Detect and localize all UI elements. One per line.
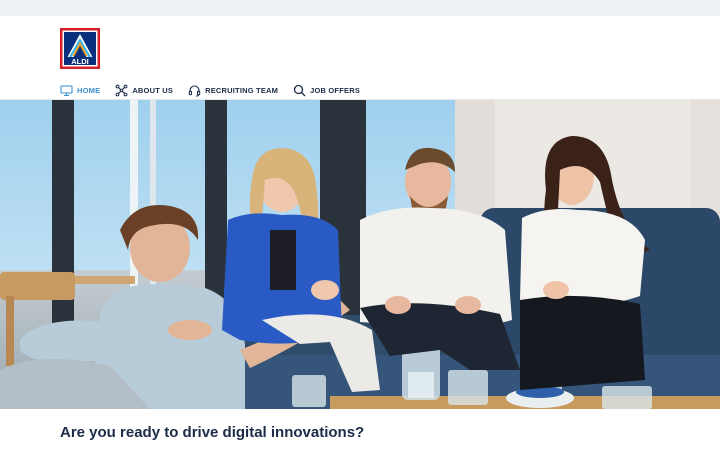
browser-top-strip (0, 0, 720, 16)
nav-about-us[interactable]: ABOUT US (115, 84, 173, 97)
aldi-logo[interactable]: ALDI (60, 28, 100, 69)
svg-text:ALDI: ALDI (71, 57, 89, 66)
nav-home[interactable]: HOME (60, 84, 100, 97)
nav-job-offers-label: JOB OFFERS (310, 85, 361, 95)
nav-recruiting-team-label: RECRUITING TEAM (205, 85, 279, 95)
network-icon (115, 84, 128, 97)
main-nav: HOME ABOUT US RECRUITING TEAM JOB OFFERS (60, 82, 375, 98)
hero-team-photo (0, 100, 720, 409)
headset-icon (188, 84, 201, 97)
nav-recruiting-team[interactable]: RECRUITING TEAM (188, 84, 278, 97)
monitor-icon (60, 84, 73, 97)
site-header: ALDI HOME ABOUT US RECRUITING TEAM JOB O… (0, 16, 720, 100)
nav-home-label: HOME (77, 85, 101, 95)
search-icon (293, 84, 306, 97)
nav-job-offers[interactable]: JOB OFFERS (293, 84, 360, 97)
page-headline: Are you ready to drive digital innovatio… (60, 424, 365, 441)
nav-about-us-label: ABOUT US (132, 85, 174, 95)
